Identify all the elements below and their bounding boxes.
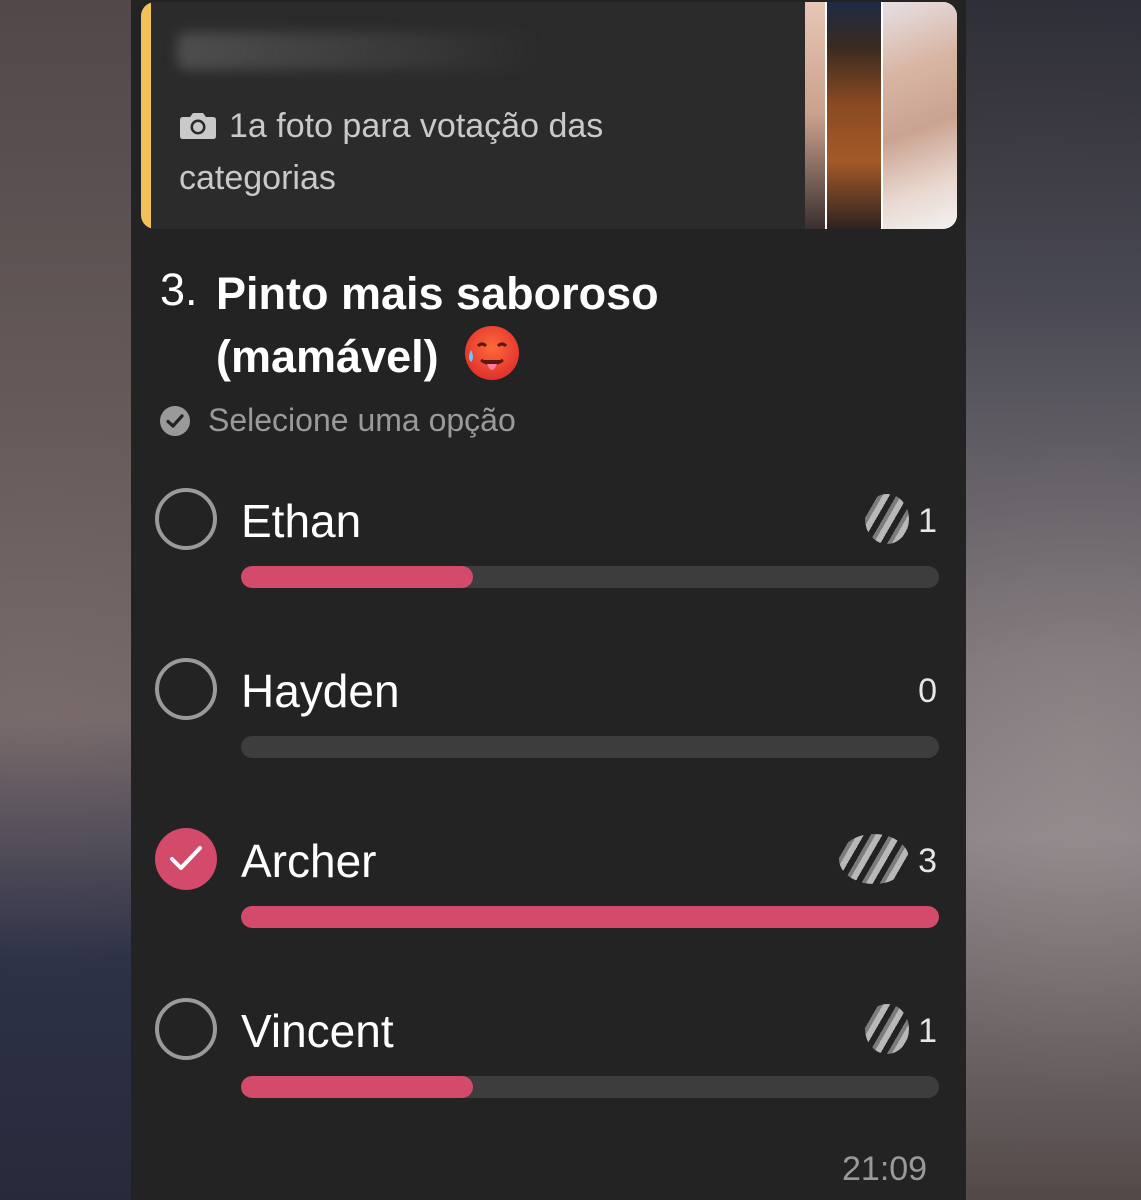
vote-count[interactable]: 1 xyxy=(918,502,937,541)
vote-bar xyxy=(241,1076,939,1098)
option-label: Ethan xyxy=(241,495,362,547)
vote-bar-fill xyxy=(241,566,474,588)
vote-bar xyxy=(241,736,939,758)
vote-bar xyxy=(241,906,939,928)
poll-number: 3. xyxy=(160,264,198,315)
quote-sender-redacted xyxy=(177,32,537,70)
vote-bar-fill xyxy=(241,1076,474,1098)
option-label: Vincent xyxy=(241,1005,394,1057)
checkmark-icon xyxy=(170,846,202,870)
voter-avatars[interactable] xyxy=(839,834,909,884)
camera-icon xyxy=(180,113,216,139)
option-label: Hayden xyxy=(241,665,400,717)
wallpaper-left xyxy=(0,0,131,1200)
hot-face-emoji-icon xyxy=(465,326,520,380)
radio-button-checked[interactable] xyxy=(155,828,217,890)
vote-bar-fill xyxy=(241,906,939,928)
poll-option-hayden[interactable]: Hayden 0 xyxy=(155,658,945,778)
poll-question-text: Pinto mais saboroso (mamável) xyxy=(216,268,659,382)
vote-count[interactable]: 3 xyxy=(918,842,937,881)
poll-option-vincent[interactable]: Vincent 1 xyxy=(155,998,945,1118)
message-timestamp: 21:09 xyxy=(842,1150,928,1188)
quoted-message[interactable]: 1a foto para votação das categorias xyxy=(141,2,957,229)
voter-avatar[interactable] xyxy=(865,1004,909,1054)
radio-button[interactable] xyxy=(155,658,217,720)
quoted-image-thumbnail[interactable] xyxy=(805,2,957,229)
vote-count[interactable]: 0 xyxy=(918,672,937,711)
vote-count[interactable]: 1 xyxy=(918,1012,937,1051)
option-label: Archer xyxy=(241,835,377,887)
voter-avatar[interactable] xyxy=(865,494,909,544)
radio-button[interactable] xyxy=(155,998,217,1060)
quote-accent-bar xyxy=(141,2,151,229)
vote-bar xyxy=(241,566,939,588)
quote-text: 1a foto para votação das categorias xyxy=(179,100,739,204)
poll-option-ethan[interactable]: Ethan 1 xyxy=(155,488,945,608)
check-circle-icon xyxy=(160,405,190,436)
poll-hint: Selecione uma opção xyxy=(160,402,516,439)
poll-hint-text: Selecione uma opção xyxy=(208,402,516,438)
wallpaper-right xyxy=(965,0,1141,1200)
poll-option-archer[interactable]: Archer 3 xyxy=(155,828,945,948)
poll-question: Pinto mais saboroso (mamável) xyxy=(216,264,776,387)
radio-button[interactable] xyxy=(155,488,217,550)
quote-caption: 1a foto para votação das categorias xyxy=(179,107,604,197)
